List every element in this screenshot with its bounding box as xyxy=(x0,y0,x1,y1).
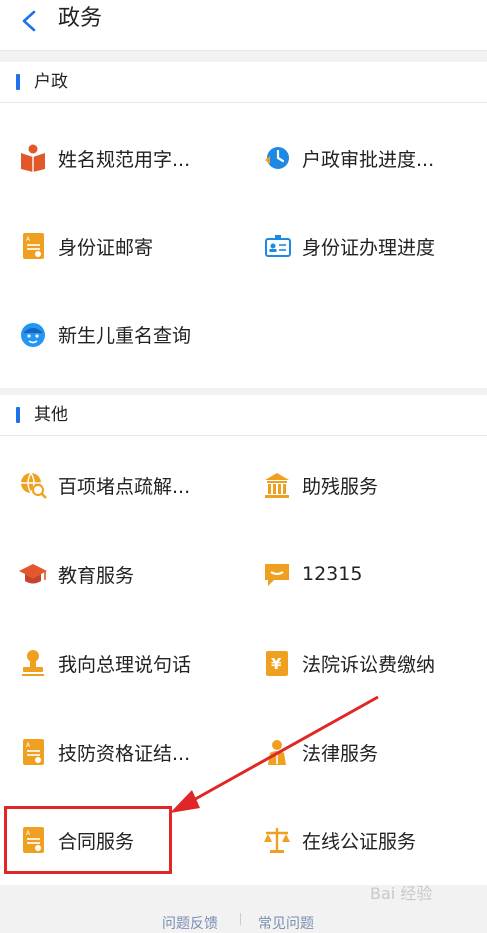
scales-icon xyxy=(260,823,294,857)
item-label: 在线公证服务 xyxy=(302,830,417,853)
divider xyxy=(0,435,487,436)
item-label: 身份证办理进度 xyxy=(302,236,436,259)
item-label: 12315 xyxy=(302,563,363,585)
service-notary[interactable]: 在线公证服务 xyxy=(260,810,487,870)
chat-bubble-icon xyxy=(260,557,294,591)
stamp-icon xyxy=(16,646,50,680)
service-court-fee[interactable]: ¥ 法院诉讼费缴纳 xyxy=(260,633,487,693)
item-label: 新生儿重名查询 xyxy=(58,324,192,347)
item-label: 法律服务 xyxy=(302,742,379,765)
back-button[interactable] xyxy=(14,6,44,36)
item-label: 我向总理说句话 xyxy=(58,653,192,676)
service-name-standard[interactable]: 姓名规范用字... xyxy=(16,128,246,188)
book-icon xyxy=(16,141,50,175)
service-education[interactable]: 教育服务 xyxy=(16,544,246,604)
watermark: Bai 经验 xyxy=(370,884,433,903)
item-label: 户政审批进度... xyxy=(302,148,435,171)
document-icon: A xyxy=(16,735,50,769)
item-label: 助残服务 xyxy=(302,475,379,498)
service-newborn-name[interactable]: 新生儿重名查询 xyxy=(16,304,246,364)
section-accent-bar xyxy=(16,74,20,90)
item-label: 姓名规范用字... xyxy=(58,148,191,171)
section-huzheng: 户政 姓名规范用字... 户政审批进度... A 身份证邮寄 身份证办理进度 新… xyxy=(0,62,487,388)
top-bar: 政务 xyxy=(0,0,487,51)
service-legal[interactable]: 法律服务 xyxy=(260,722,487,782)
service-premier-message[interactable]: 我向总理说句话 xyxy=(16,633,246,693)
id-card-icon xyxy=(260,229,294,263)
service-tech-cert[interactable]: A 技防资格证结... xyxy=(16,722,246,782)
yuan-receipt-icon: ¥ xyxy=(260,646,294,680)
item-label: 百项堵点疏解... xyxy=(58,475,191,498)
baby-face-icon xyxy=(16,317,50,351)
footer: 问题反馈 常见问题 xyxy=(0,905,487,932)
section-header: 其他 xyxy=(0,395,487,435)
building-icon xyxy=(260,468,294,502)
chevron-left-icon xyxy=(22,10,36,32)
section-accent-bar xyxy=(16,407,20,423)
person-law-icon xyxy=(260,735,294,769)
feedback-link[interactable]: 问题反馈 xyxy=(162,913,218,933)
section-title: 其他 xyxy=(34,405,68,425)
section-title: 户政 xyxy=(34,72,68,92)
item-label: 教育服务 xyxy=(58,564,135,587)
service-id-mail[interactable]: A 身份证邮寄 xyxy=(16,216,246,276)
divider xyxy=(0,102,487,103)
graduation-cap-icon xyxy=(16,557,50,591)
svg-text:¥: ¥ xyxy=(271,655,282,673)
clock-progress-icon xyxy=(260,141,294,175)
service-huzheng-progress[interactable]: 户政审批进度... xyxy=(260,128,487,188)
service-disability[interactable]: 助残服务 xyxy=(260,455,487,515)
service-id-progress[interactable]: 身份证办理进度 xyxy=(260,216,487,276)
item-label: 技防资格证结... xyxy=(58,742,191,765)
page-title: 政务 xyxy=(58,6,103,31)
service-blockpoint[interactable]: 百项堵点疏解... xyxy=(16,455,246,515)
faq-link[interactable]: 常见问题 xyxy=(258,913,314,933)
service-12315[interactable]: 12315 xyxy=(260,544,487,604)
section-header: 户政 xyxy=(0,62,487,102)
document-icon: A xyxy=(16,229,50,263)
footer-separator xyxy=(240,913,241,925)
item-label: 法院诉讼费缴纳 xyxy=(302,653,436,676)
item-label: 身份证邮寄 xyxy=(58,236,154,259)
highlight-box xyxy=(4,806,172,874)
globe-search-icon xyxy=(16,468,50,502)
